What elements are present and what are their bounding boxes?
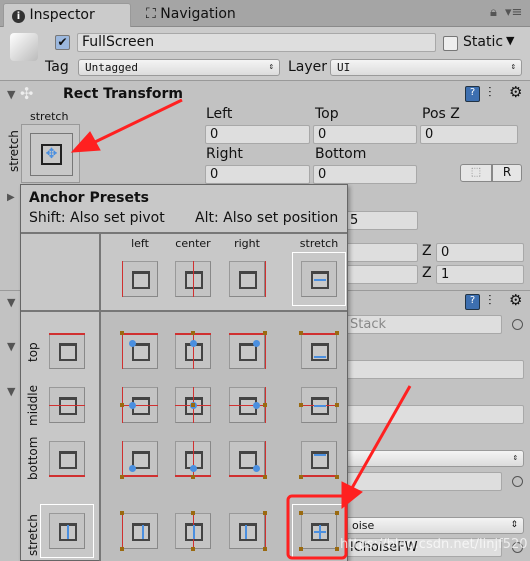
annotation-arrow-2 xyxy=(341,385,412,510)
annotation-highlight-box xyxy=(286,494,348,560)
watermark: https://blog.csdn.net/linjf520 xyxy=(340,537,528,552)
annotation-arrow-1 xyxy=(70,98,183,153)
annotation-overlay xyxy=(70,98,412,560)
